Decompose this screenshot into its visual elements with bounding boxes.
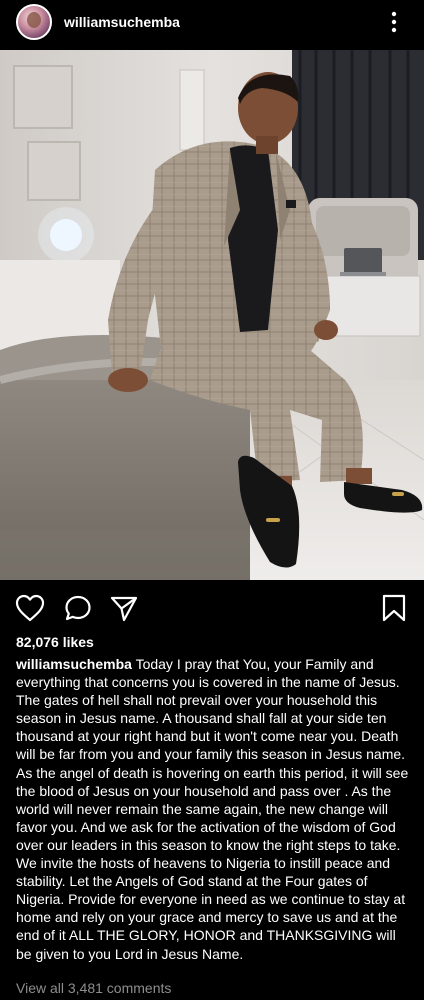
post-header: williamsuchemba [0, 0, 424, 44]
view-all-comments-link[interactable]: View all 3,481 comments [16, 980, 171, 996]
post-photo-illustration [0, 50, 424, 580]
post-actions-bar [0, 588, 424, 628]
post-caption: williamsuchemba Today I pray that You, y… [16, 655, 412, 963]
instagram-post-screen: williamsuchemba 82,076 likes williamsuch… [0, 0, 424, 1000]
speech-bubble-icon[interactable] [62, 592, 94, 624]
caption-text: Today I pray that You, your Family and e… [16, 656, 409, 962]
bookmark-outline-icon[interactable] [378, 592, 410, 624]
likes-count[interactable]: 82,076 likes [16, 634, 94, 650]
avatar[interactable] [16, 4, 52, 40]
header-username[interactable]: williamsuchemba [64, 14, 180, 30]
more-options-icon[interactable] [382, 10, 406, 34]
caption-username[interactable]: williamsuchemba [16, 656, 132, 672]
post-photo[interactable] [0, 50, 424, 580]
paper-plane-icon[interactable] [108, 592, 140, 624]
heart-outline-icon[interactable] [14, 592, 46, 624]
